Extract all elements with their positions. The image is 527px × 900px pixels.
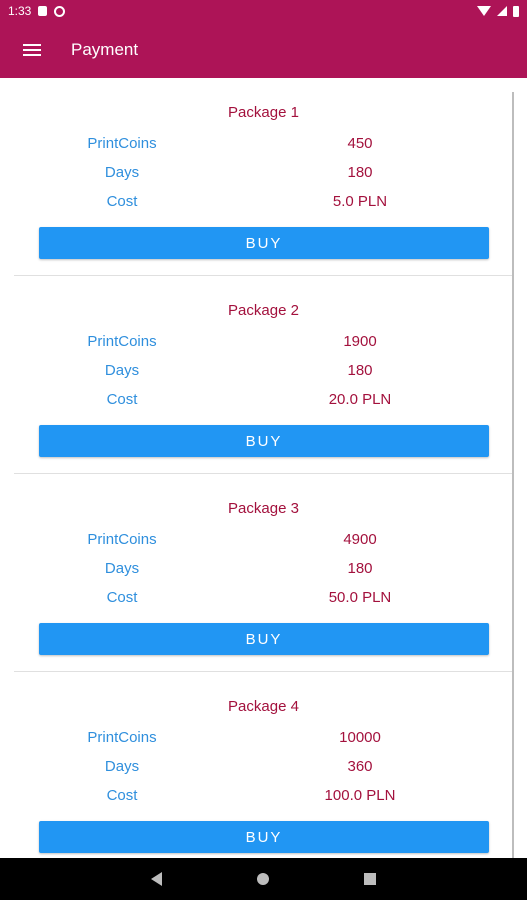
package-title: Package 2	[228, 302, 299, 319]
cost-row: Cost 100.0 PLN	[0, 787, 527, 807]
cost-value: 100.0 PLN	[324, 787, 396, 804]
scrollbar[interactable]	[512, 92, 514, 858]
package-title: Package 4	[228, 698, 299, 715]
days-label: Days	[104, 560, 140, 577]
buy-button-package-1[interactable]: BUY	[39, 227, 489, 259]
cost-label: Cost	[106, 193, 138, 210]
days-row: Days 180	[0, 362, 527, 382]
days-value: 180	[347, 164, 373, 181]
printcoins-label: PrintCoins	[87, 333, 157, 350]
app-bar: Payment	[0, 22, 527, 78]
days-row: Days 180	[0, 560, 527, 580]
days-value: 180	[347, 560, 373, 577]
days-row: Days 360	[0, 758, 527, 778]
package-card: Package 3 PrintCoins 4900 Days 180 Cost …	[0, 474, 527, 672]
vpn-icon	[54, 5, 66, 17]
package-card: Package 2 PrintCoins 1900 Days 180 Cost …	[0, 276, 527, 474]
package-list[interactable]: Package 1 PrintCoins 450 Days 180 Cost 5…	[0, 78, 527, 858]
system-nav-bar	[0, 858, 527, 900]
package-card: Package 1 PrintCoins 450 Days 180 Cost 5…	[0, 78, 527, 276]
cost-value: 20.0 PLN	[328, 391, 392, 408]
back-icon[interactable]	[151, 872, 162, 886]
package-title: Package 1	[228, 104, 299, 121]
cost-row: Cost 20.0 PLN	[0, 391, 527, 411]
recents-icon[interactable]	[364, 873, 376, 885]
days-value: 180	[347, 362, 373, 379]
status-left: 1:33	[8, 4, 66, 18]
cost-value: 50.0 PLN	[328, 589, 392, 606]
wifi-icon	[477, 6, 491, 16]
buy-button-package-4[interactable]: BUY	[39, 821, 489, 853]
cost-value: 5.0 PLN	[332, 193, 388, 210]
cost-row: Cost 5.0 PLN	[0, 193, 527, 213]
buy-button-package-2[interactable]: BUY	[39, 425, 489, 457]
signal-icon	[497, 6, 507, 16]
cost-row: Cost 50.0 PLN	[0, 589, 527, 609]
notification-icon	[38, 6, 48, 16]
page-title: Payment	[71, 40, 139, 59]
buy-button-package-3[interactable]: BUY	[39, 623, 489, 655]
printcoins-row: PrintCoins 450	[0, 135, 527, 155]
days-row: Days 180	[0, 164, 527, 184]
printcoins-label: PrintCoins	[87, 135, 157, 152]
days-value: 360	[347, 758, 373, 775]
printcoins-value: 10000	[339, 729, 381, 746]
cost-label: Cost	[106, 589, 138, 606]
printcoins-label: PrintCoins	[87, 729, 157, 746]
days-label: Days	[104, 362, 140, 379]
cost-label: Cost	[106, 391, 138, 408]
printcoins-value: 1900	[343, 333, 377, 350]
printcoins-label: PrintCoins	[87, 531, 157, 548]
status-time: 1:33	[8, 4, 32, 18]
printcoins-row: PrintCoins 4900	[0, 531, 527, 551]
printcoins-row: PrintCoins 10000	[0, 729, 527, 749]
printcoins-value: 4900	[343, 531, 377, 548]
days-label: Days	[104, 164, 140, 181]
status-bar: 1:33	[0, 0, 527, 22]
cost-label: Cost	[106, 787, 138, 804]
home-icon[interactable]	[257, 873, 269, 885]
package-card: Package 4 PrintCoins 10000 Days 360 Cost…	[0, 672, 527, 858]
printcoins-value: 450	[347, 135, 373, 152]
hamburger-menu-icon[interactable]	[23, 43, 41, 57]
days-label: Days	[104, 758, 140, 775]
printcoins-row: PrintCoins 1900	[0, 333, 527, 353]
battery-icon	[513, 5, 519, 17]
package-title: Package 3	[228, 500, 299, 517]
status-right	[477, 5, 519, 17]
